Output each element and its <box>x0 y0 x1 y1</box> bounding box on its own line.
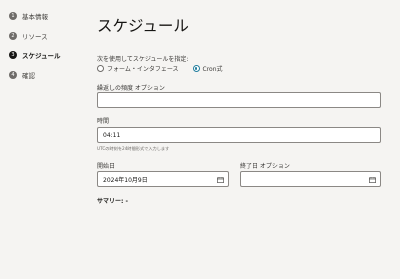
end-date-picker[interactable] <box>240 171 381 187</box>
calendar-icon[interactable] <box>217 177 224 183</box>
radio-cron-expression[interactable] <box>192 65 200 72</box>
step-number: 1 <box>9 12 17 20</box>
step-basic-info[interactable]: 1 基本情報 <box>9 11 89 21</box>
radio-form-interface[interactable] <box>97 65 104 72</box>
step-navigator: 1 基本情報 2 リソース 3 スケジュール 4 確認 <box>9 11 89 89</box>
step-label: 確認 <box>22 71 35 80</box>
step-label: 基本情報 <box>22 13 48 21</box>
step-schedule[interactable]: 3 スケジュール <box>9 50 89 60</box>
step-number: 4 <box>9 70 17 79</box>
time-input[interactable]: 04:11 <box>97 127 381 143</box>
schedule-method-radio-group: フォーム・インタフェース Cron式 <box>97 64 237 73</box>
radio-form-interface-label[interactable]: フォーム・インタフェース <box>107 64 179 73</box>
schedule-summary: サマリー: - <box>97 198 128 205</box>
time-hint: UTCの時刻を24時間形式で入力します <box>97 146 170 151</box>
step-number: 2 <box>9 31 17 40</box>
repeat-interval-input[interactable] <box>97 92 381 108</box>
step-number: 3 <box>9 51 17 59</box>
start-date-picker[interactable]: 2024年10月9日 <box>97 171 229 187</box>
repeat-interval-label: 繰返しの頻度 オプション <box>97 85 165 92</box>
time-label: 時間 <box>97 118 110 125</box>
step-review[interactable]: 4 確認 <box>9 70 89 80</box>
schedule-method-prompt: 次を使用してスケジュールを指定: <box>97 56 189 63</box>
start-date-label: 開始日 <box>97 163 116 170</box>
calendar-icon[interactable] <box>369 177 376 183</box>
step-label: スケジュール <box>22 52 61 60</box>
start-date-value: 2024年10月9日 <box>103 176 148 184</box>
end-date-label: 終了日 オプション <box>240 163 290 170</box>
step-label: リソース <box>22 32 48 41</box>
radio-cron-expression-label[interactable]: Cron式 <box>203 64 223 73</box>
page-title: スケジュール <box>97 17 189 35</box>
step-resources[interactable]: 2 リソース <box>9 31 89 41</box>
